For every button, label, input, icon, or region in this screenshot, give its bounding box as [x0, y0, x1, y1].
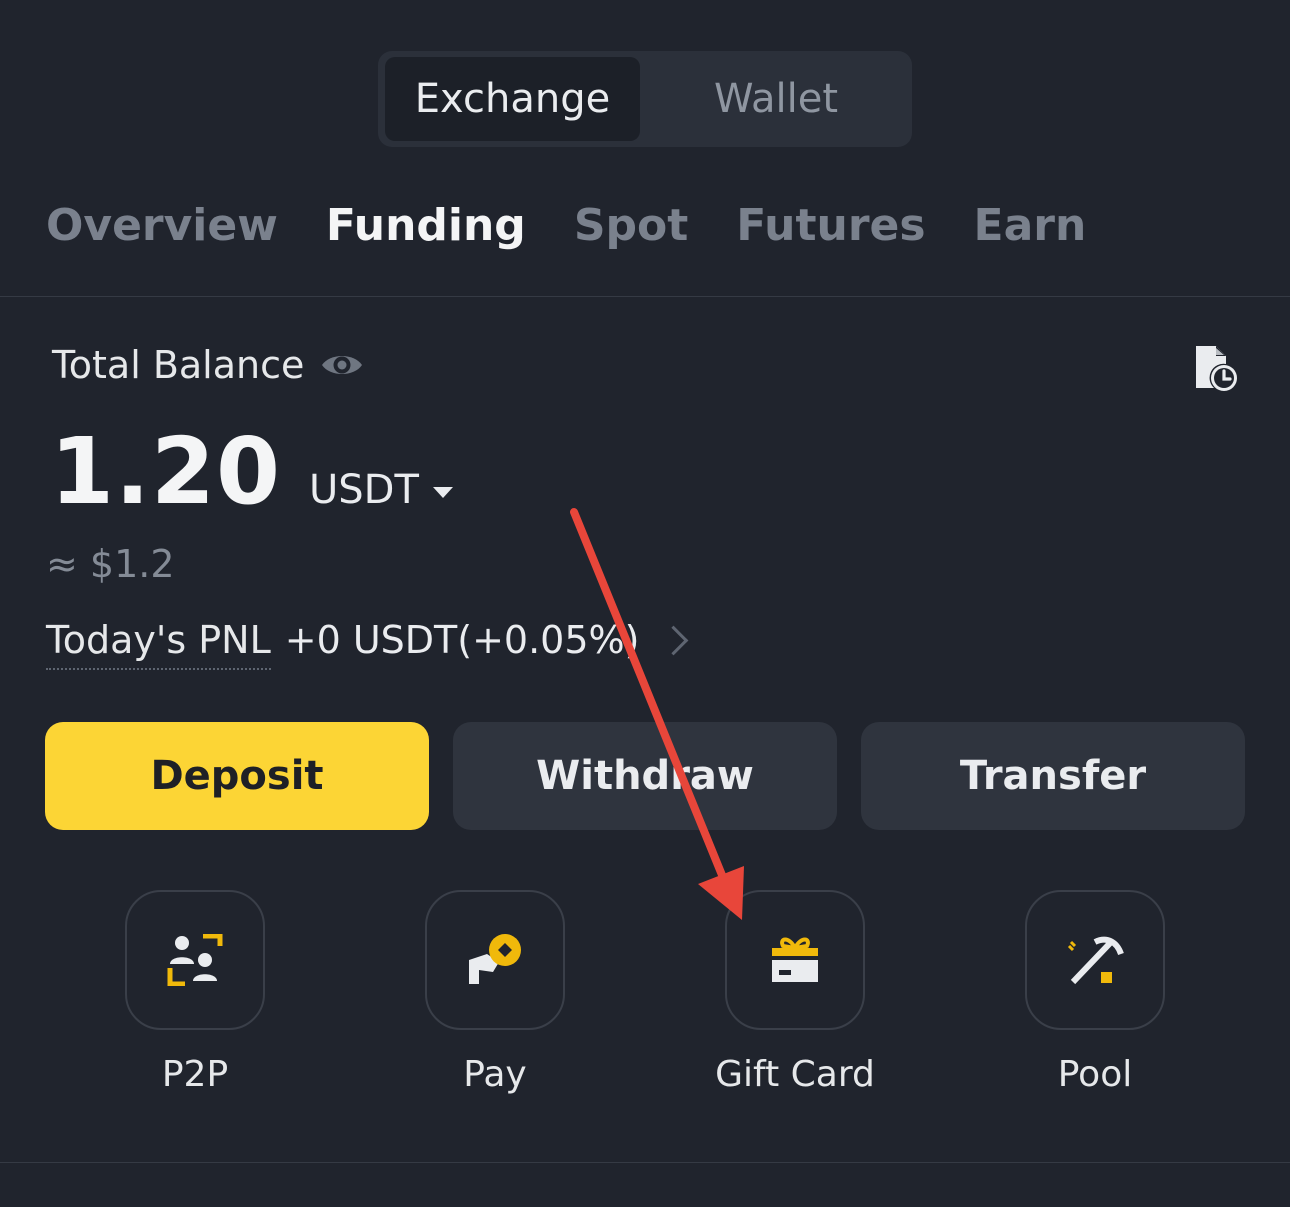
toggle-wallet[interactable]: Wallet [646, 57, 906, 141]
pnl-label[interactable]: Today's PNL [46, 618, 271, 670]
balance-amount: 1.20 USDT [50, 418, 453, 525]
eye-icon[interactable] [320, 343, 364, 387]
balance-fiat-equivalent: ≈ $1.2 [46, 542, 175, 586]
shortcut-gift-card[interactable]: Gift Card [695, 890, 895, 1095]
toggle-exchange[interactable]: Exchange [385, 57, 640, 141]
chevron-right-icon[interactable] [659, 625, 689, 655]
pool-icon [1067, 936, 1124, 985]
deposit-button[interactable]: Deposit [45, 722, 429, 830]
tabs-divider [0, 296, 1290, 297]
history-icon[interactable] [1192, 342, 1240, 394]
caret-down-icon [432, 486, 453, 498]
balance-value: 1.20 [50, 418, 281, 525]
shortcut-p2p[interactable]: P2P [95, 890, 295, 1095]
section-divider [0, 1162, 1290, 1163]
shortcut-label: Pay [463, 1054, 527, 1095]
currency-label: USDT [309, 467, 419, 513]
shortcut-tile[interactable] [1025, 890, 1165, 1030]
shortcut-tile[interactable] [425, 890, 565, 1030]
shortcut-label: Gift Card [715, 1054, 875, 1095]
exchange-wallet-toggle: Exchange Wallet [378, 51, 912, 147]
tab-earn[interactable]: Earn [974, 200, 1087, 270]
shortcut-tile[interactable] [125, 890, 265, 1030]
shortcut-tile[interactable] [725, 890, 865, 1030]
shortcut-label: P2P [161, 1054, 229, 1095]
gift-card-icon [772, 937, 818, 982]
withdraw-button[interactable]: Withdraw [453, 722, 837, 830]
transfer-button[interactable]: Transfer [861, 722, 1245, 830]
shortcut-pool[interactable]: Pool [995, 890, 1195, 1095]
tab-spot[interactable]: Spot [574, 200, 688, 270]
tab-futures[interactable]: Futures [736, 200, 925, 270]
currency-selector[interactable]: USDT [309, 467, 453, 513]
shortcut-label: Pool [1057, 1054, 1133, 1095]
p2p-icon [167, 934, 223, 986]
total-balance-header: Total Balance [52, 343, 364, 387]
tab-overview[interactable]: Overview [46, 200, 278, 270]
shortcut-pay[interactable]: Pay [395, 890, 595, 1095]
account-tabs: Overview Funding Spot Futures Earn [46, 200, 1086, 270]
pay-icon [469, 934, 521, 984]
todays-pnl[interactable]: Today's PNL +0 USDT(+0.05%) [46, 618, 689, 670]
total-balance-label: Total Balance [52, 343, 305, 387]
pnl-value: +0 USDT(+0.05%) [284, 618, 640, 662]
tab-funding[interactable]: Funding [326, 200, 526, 270]
